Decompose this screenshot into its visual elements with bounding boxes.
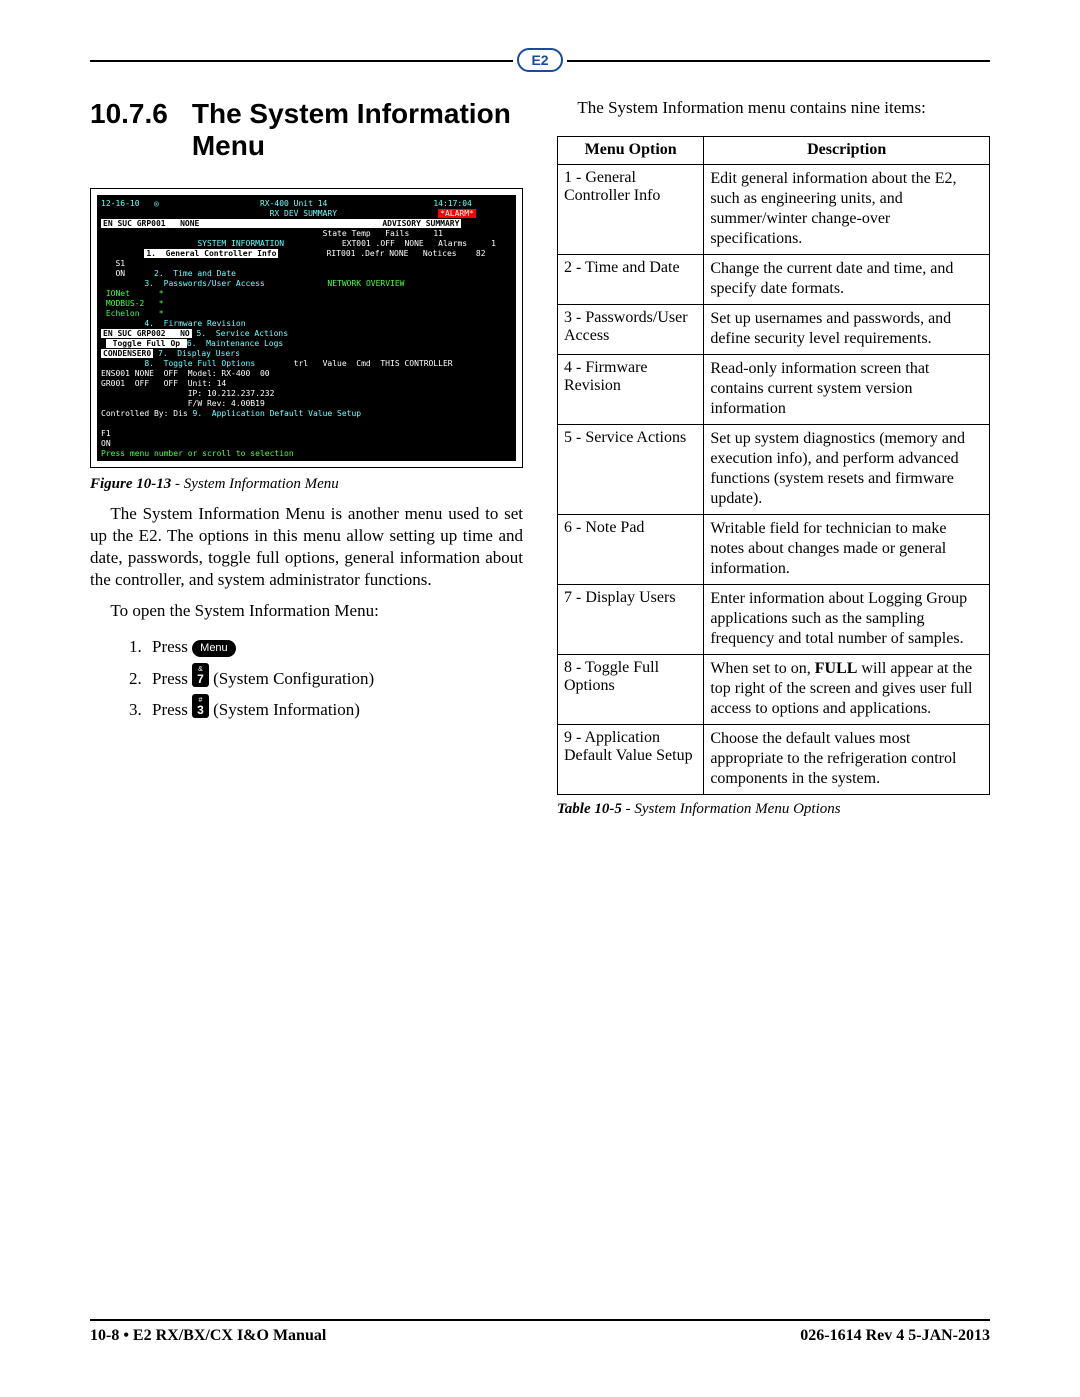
step-2: Press &7 (System Configuration) <box>146 663 523 695</box>
term-f1: F1 ON <box>101 429 111 448</box>
step-list: Press Menu Press &7 (System Configuratio… <box>90 632 523 726</box>
right-column: The System Information menu contains nin… <box>557 98 990 828</box>
cell-description: Set up system diagnostics (memory and ex… <box>704 425 990 515</box>
term-item-7: 7. Display Users <box>158 349 240 358</box>
term-item-9: 9. Application Default Value Setup <box>193 409 362 418</box>
cell-description: Writable field for technician to make no… <box>704 515 990 585</box>
term-ensuc2: EN SUC GRP002 NO <box>101 329 192 338</box>
table-label: Table 10-5 <box>557 801 622 817</box>
figure-caption-text: System Information Menu <box>184 476 339 492</box>
col-header-option: Menu Option <box>558 137 704 165</box>
term-item-2: 2. Time and Date <box>154 269 236 278</box>
term-menu-title: SYSTEM INFORMATION <box>149 239 332 248</box>
e2-logo-icon: E2 <box>513 48 567 72</box>
figure-label: Figure 10-13 <box>90 476 171 492</box>
page-footer: 10-8 • E2 RX/BX/CX I&O Manual 026-1614 R… <box>90 1319 990 1345</box>
term-item-1: 1. General Controller Info <box>144 249 278 258</box>
cell-option: 4 - Firmware Revision <box>558 355 704 425</box>
cell-option: 8 - Toggle Full Options <box>558 655 704 725</box>
cell-option: 9 - Application Default Value Setup <box>558 725 704 795</box>
table-row: 4 - Firmware RevisionRead-only informati… <box>558 355 990 425</box>
cell-option: 7 - Display Users <box>558 585 704 655</box>
key-7-icon: &7 <box>192 663 209 687</box>
step-1: Press Menu <box>146 632 523 663</box>
footer-right: 026-1614 Rev 4 5-JAN-2013 <box>800 1327 990 1345</box>
term-item-6: 6. Maintenance Logs <box>187 339 283 348</box>
open-instruction: To open the System Information Menu: <box>90 600 523 622</box>
key-3-icon: #3 <box>192 694 209 718</box>
svg-text:E2: E2 <box>531 52 548 68</box>
cell-description: Enter information about Logging Group ap… <box>704 585 990 655</box>
table-row: 9 - Application Default Value SetupChoos… <box>558 725 990 795</box>
term-state: State Temp Fails 11 <box>323 229 443 238</box>
cell-description: Choose the default values most appropria… <box>704 725 990 795</box>
cell-option: 3 - Passwords/User Access <box>558 305 704 355</box>
term-cond: CONDENSER0 <box>101 349 153 358</box>
term-hint: Press menu number or scroll to selection <box>101 449 294 458</box>
cell-description: When set to on, FULL will appear at the … <box>704 655 990 725</box>
section-heading: 10.7.6 The System Information Menu <box>90 98 523 162</box>
cell-description: Edit general information about the E2, s… <box>704 165 990 255</box>
table-row: 8 - Toggle Full OptionsWhen set to on, F… <box>558 655 990 725</box>
right-intro: The System Information menu contains nin… <box>557 98 990 118</box>
header-rule: E2 <box>90 60 990 90</box>
menu-key-icon: Menu <box>192 640 236 657</box>
term-item-8: 8. Toggle Full Options <box>144 359 255 368</box>
col-header-desc: Description <box>704 137 990 165</box>
term-rowhead: EN SUC GRP001 NONE ADVISORY SUMMARY <box>101 219 461 228</box>
table-row: 7 - Display UsersEnter information about… <box>558 585 990 655</box>
section-number: 10.7.6 <box>90 98 168 162</box>
term-topline: 12-16-10 ◎ RX-400 Unit 14 14:17:04 <box>101 199 472 208</box>
cell-option: 6 - Note Pad <box>558 515 704 585</box>
cell-option: 1 - General Controller Info <box>558 165 704 255</box>
term-rit: RIT001 .Defr NONE Notices 82 <box>327 249 486 258</box>
terminal-screenshot: 12-16-10 ◎ RX-400 Unit 14 14:17:04 RX DE… <box>90 188 523 468</box>
table-row: 5 - Service ActionsSet up system diagnos… <box>558 425 990 515</box>
cell-option: 2 - Time and Date <box>558 255 704 305</box>
term-topline2: RX DEV SUMMARY <box>101 209 438 218</box>
term-s1: S1 ON <box>101 259 125 278</box>
intro-paragraph: The System Information Menu is another m… <box>90 503 523 590</box>
term-item-3: 3. Passwords/User Access <box>144 279 264 288</box>
table-row: 1 - General Controller InfoEdit general … <box>558 165 990 255</box>
term-ext: EXT001 .OFF NONE Alarms 1 <box>342 239 496 248</box>
step-3: Press #3 (System Information) <box>146 694 523 726</box>
term-toggle: Toggle Full Op <box>106 339 187 348</box>
cell-description: Set up usernames and passwords, and defi… <box>704 305 990 355</box>
section-title-text: The System Information Menu <box>192 98 523 162</box>
cell-description: Change the current date and time, and sp… <box>704 255 990 305</box>
table-row: 3 - Passwords/User AccessSet up username… <box>558 305 990 355</box>
cell-option: 5 - Service Actions <box>558 425 704 515</box>
term-alarm: *ALARM* <box>438 209 476 218</box>
table-caption-text: System Information Menu Options <box>634 801 840 817</box>
cell-description: Read-only information screen that contai… <box>704 355 990 425</box>
menu-options-table: Menu Option Description 1 - General Cont… <box>557 136 990 795</box>
table-row: 6 - Note PadWritable field for technicia… <box>558 515 990 585</box>
term-item-5: 5. Service Actions <box>197 329 289 338</box>
table-row: 2 - Time and DateChange the current date… <box>558 255 990 305</box>
footer-left: 10-8 • E2 RX/BX/CX I&O Manual <box>90 1327 326 1345</box>
figure-caption: Figure 10-13 - System Information Menu <box>90 476 523 493</box>
term-ctrlby: Controlled By: Dis <box>101 409 188 418</box>
table-caption: Table 10-5 - System Information Menu Opt… <box>557 801 990 818</box>
left-column: 10.7.6 The System Information Menu 12-16… <box>90 98 523 828</box>
term-item-4: 4. Firmware Revision <box>144 319 245 328</box>
